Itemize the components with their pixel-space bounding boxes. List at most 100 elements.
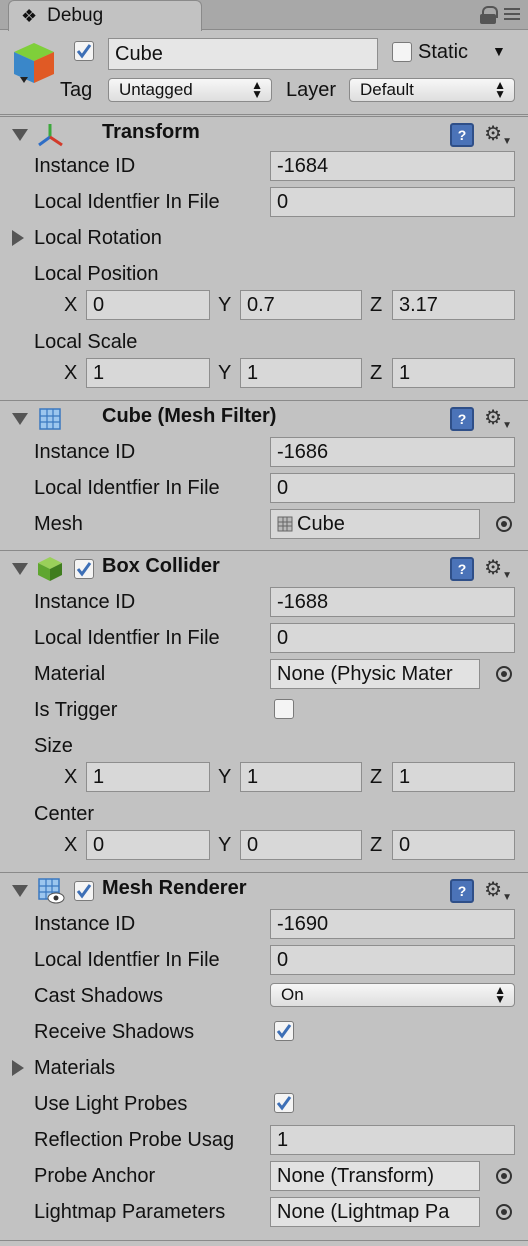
instance-id-field[interactable]: -1686 [270,437,515,467]
position-y-field[interactable]: 0.7 [240,290,362,320]
size-y-field[interactable]: 1 [240,762,362,792]
center-y-field[interactable]: 0 [240,830,362,860]
lightmap-parameters-field[interactable]: None (Lightmap Pa [270,1197,480,1227]
local-id-label: Local Identfier In File [34,477,220,499]
object-picker-icon[interactable] [496,516,512,532]
layer-dropdown[interactable]: Default ▲ ▼ [349,78,515,102]
cast-shadows-value: On [281,985,304,1004]
menu-icon[interactable] [504,6,520,22]
help-icon[interactable]: ? [450,407,474,431]
size-z-field[interactable]: 1 [392,762,515,792]
foldout-closed-icon[interactable] [12,230,24,246]
mesh-renderer-header[interactable]: Mesh Renderer ? ⚙▼ [0,872,528,908]
tag-label: Tag [60,79,93,101]
updown-arrow-icon: ▲ ▼ [494,983,506,1006]
gear-icon[interactable]: ⚙▼ [484,877,512,903]
checkmark-icon [76,44,92,59]
box-collider-header[interactable]: Box Collider ? ⚙▼ [0,550,528,586]
x-label: X [64,362,78,384]
material-object-field[interactable]: None (Physic Mater [270,659,480,689]
mesh-filter-header[interactable]: Cube (Mesh Filter) ? ⚙▼ [0,400,528,436]
use-light-probes-checkbox[interactable] [274,1093,294,1113]
object-picker-icon[interactable] [496,1204,512,1220]
receive-shadows-label: Receive Shadows [34,1021,195,1043]
material-label: Material [34,663,106,685]
is-trigger-checkbox[interactable] [274,699,294,719]
tab-debug[interactable]: ❖ Debug [8,0,202,31]
local-id-field[interactable]: 0 [270,473,515,503]
position-z-field[interactable]: 3.17 [392,290,515,320]
mesh-object-field[interactable]: Cube [270,509,480,539]
gear-icon[interactable]: ⚙▼ [484,555,512,581]
active-checkbox[interactable] [74,41,94,61]
local-id-field[interactable]: 0 [270,187,515,217]
local-id-field[interactable]: 0 [270,945,515,975]
instance-id-label: Instance ID [34,913,136,935]
mesh-grid-icon [277,516,293,532]
object-picker-icon[interactable] [496,1168,512,1184]
checkmark-icon [76,562,92,577]
foldout-open-icon[interactable] [12,413,28,425]
object-name-field[interactable]: Cube [108,38,378,70]
help-icon[interactable]: ? [450,557,474,581]
center-label: Center [34,803,95,825]
reflection-probe-field[interactable]: 1 [270,1125,515,1155]
local-rotation-label[interactable]: Local Rotation [34,227,162,250]
z-label: Z [370,294,383,316]
transform-header[interactable]: Transform ? ⚙▼ [0,116,528,152]
position-x-field[interactable]: 0 [86,290,210,320]
size-x-field[interactable]: 1 [86,762,210,792]
static-label: Static [418,41,469,63]
local-id-field[interactable]: 0 [270,623,515,653]
lightmap-parameters-label: Lightmap Parameters [34,1201,226,1223]
reflection-probe-label: Reflection Probe Usag [34,1129,235,1151]
instance-id-field[interactable]: -1688 [270,587,515,617]
info-circle-icon: ❖ [21,5,38,26]
foldout-open-icon[interactable] [12,885,28,897]
foldout-closed-icon[interactable] [12,1060,24,1076]
cast-shadows-dropdown[interactable]: On ▲ ▼ [270,983,515,1007]
help-icon[interactable]: ? [450,123,474,147]
local-id-label: Local Identfier In File [34,949,220,971]
foldout-open-icon[interactable] [12,129,28,141]
y-label: Y [218,362,232,384]
probe-anchor-label: Probe Anchor [34,1165,156,1187]
mesh-renderer-enabled-checkbox[interactable] [74,881,94,901]
scale-x-field[interactable]: 1 [86,358,210,388]
instance-id-field[interactable]: -1690 [270,909,515,939]
box-collider-enabled-checkbox[interactable] [74,559,94,579]
transform-title: Transform [102,121,200,143]
instance-id-label: Instance ID [34,155,136,177]
size-label: Size [34,735,73,757]
mesh-filter-title: Cube (Mesh Filter) [102,405,277,427]
receive-shadows-checkbox[interactable] [274,1021,294,1041]
x-label: X [64,294,78,316]
gear-icon[interactable]: ⚙▼ [484,121,512,147]
use-light-probes-label: Use Light Probes [34,1093,188,1115]
gear-icon[interactable]: ⚙▼ [484,405,512,431]
updown-arrow-icon: ▲ ▼ [251,78,263,101]
foldout-open-icon[interactable] [12,563,28,575]
collider-cube-icon [38,557,62,581]
instance-id-field[interactable]: -1684 [270,151,515,181]
local-position-label: Local Position [34,263,159,285]
probe-anchor-field[interactable]: None (Transform) [270,1161,480,1191]
static-dropdown-icon[interactable]: ▼ [492,43,506,59]
materials-label[interactable]: Materials [34,1057,115,1080]
z-label: Z [370,834,383,856]
scale-z-field[interactable]: 1 [392,358,515,388]
layer-label: Layer [286,79,337,101]
static-checkbox[interactable] [392,42,412,62]
tag-dropdown[interactable]: Untagged ▲ ▼ [108,78,272,102]
object-picker-icon[interactable] [496,666,512,682]
center-x-field[interactable]: 0 [86,830,210,860]
help-icon[interactable]: ? [450,879,474,903]
center-z-field[interactable]: 0 [392,830,515,860]
checkmark-icon [276,1024,292,1039]
local-id-label: Local Identfier In File [34,627,220,649]
scale-y-field[interactable]: 1 [240,358,362,388]
cast-shadows-label: Cast Shadows [34,985,163,1007]
y-label: Y [218,834,232,856]
box-collider-title: Box Collider [102,555,220,577]
lock-icon[interactable] [480,6,498,24]
